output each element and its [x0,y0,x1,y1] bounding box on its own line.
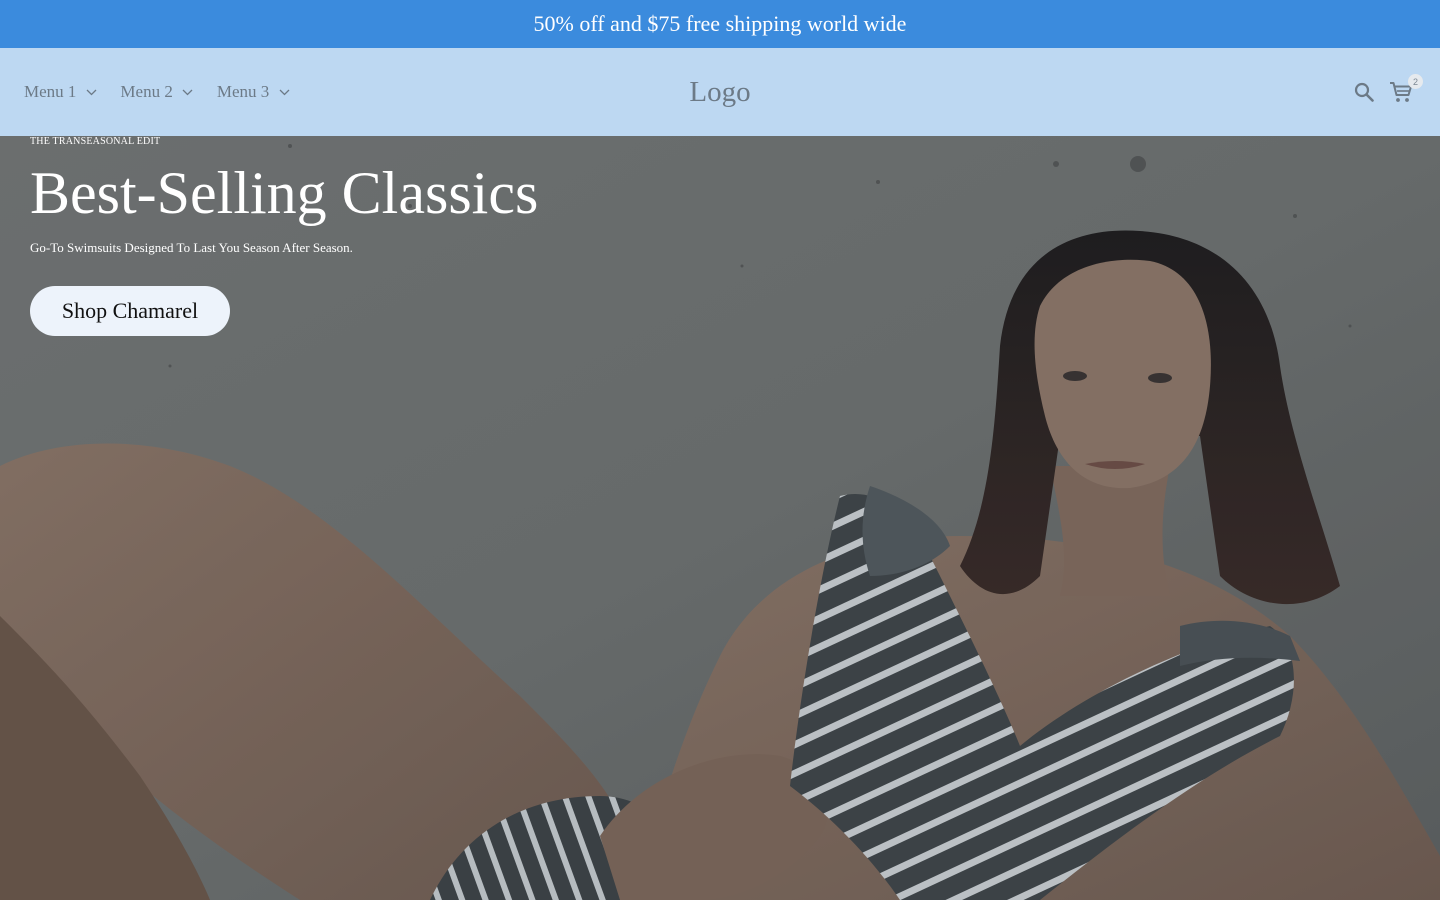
header-icons: 2 [1352,48,1423,136]
hero-eyebrow: THE TRANSEASONAL EDIT [30,136,161,147]
cart-count-badge: 2 [1408,74,1423,89]
chevron-down-icon [181,85,195,99]
hero-banner: THE TRANSEASONAL EDIT Best-Selling Class… [0,136,1440,900]
shop-button[interactable]: Shop Chamarel [30,286,230,336]
search-icon[interactable] [1352,80,1376,104]
site-logo[interactable]: Logo [689,76,750,109]
menu-item-2[interactable]: Menu 2 [120,82,194,102]
chevron-down-icon [277,85,291,99]
menu-item-label: Menu 1 [24,82,77,101]
menu-item-label: Menu 2 [120,82,173,101]
chevron-down-icon [84,85,98,99]
hero-subtitle: Go-To Swimsuits Designed To Last You Sea… [30,240,353,255]
site-header: Menu 1 Menu 2 Menu 3 Logo 2 [0,48,1440,136]
hero-title: Best-Selling Classics [30,160,539,226]
main-menu: Menu 1 Menu 2 Menu 3 [24,48,291,136]
announcement-text: 50% off and $75 free shipping world wide [533,11,907,36]
menu-item-label: Menu 3 [216,82,270,101]
menu-item-1[interactable]: Menu 1 [24,82,98,102]
hero-content: THE TRANSEASONAL EDIT Best-Selling Class… [30,136,538,336]
announcement-bar: 50% off and $75 free shipping world wide [0,0,1440,48]
menu-item-3[interactable]: Menu 3 [217,82,291,102]
cart-icon[interactable]: 2 [1388,74,1423,104]
